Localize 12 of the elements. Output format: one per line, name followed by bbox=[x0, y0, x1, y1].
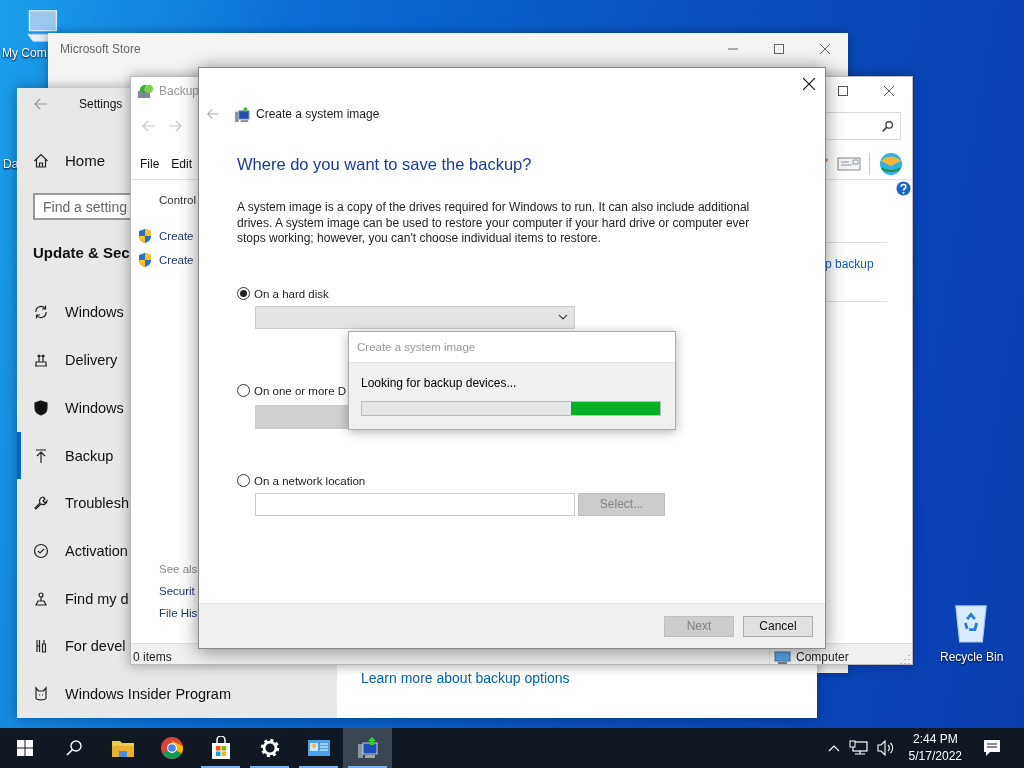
window-title: Backup bbox=[159, 83, 200, 98]
popup-title: Create a system image bbox=[349, 332, 675, 363]
dialog-heading: Where do you want to save the backup? bbox=[237, 154, 533, 175]
description-text: A system image is a copy of the drives required for Windows to run. It can also include additional drives. A system image can be used to restore your computer if your hard drive or computer ever stops working; however, you can't choose individual items to restore. bbox=[237, 200, 751, 247]
location-label: Computer bbox=[796, 650, 849, 664]
window-title: Microsoft Store bbox=[60, 42, 141, 56]
item-count: 0 items bbox=[132, 650, 172, 664]
see-also-heading: See als bbox=[159, 562, 199, 577]
dialog-title: Create a system image bbox=[256, 107, 380, 121]
status-message: Looking for backup devices... bbox=[361, 375, 518, 391]
window-title: Settings bbox=[79, 96, 123, 111]
section-heading: Update & Sec bbox=[33, 243, 130, 264]
